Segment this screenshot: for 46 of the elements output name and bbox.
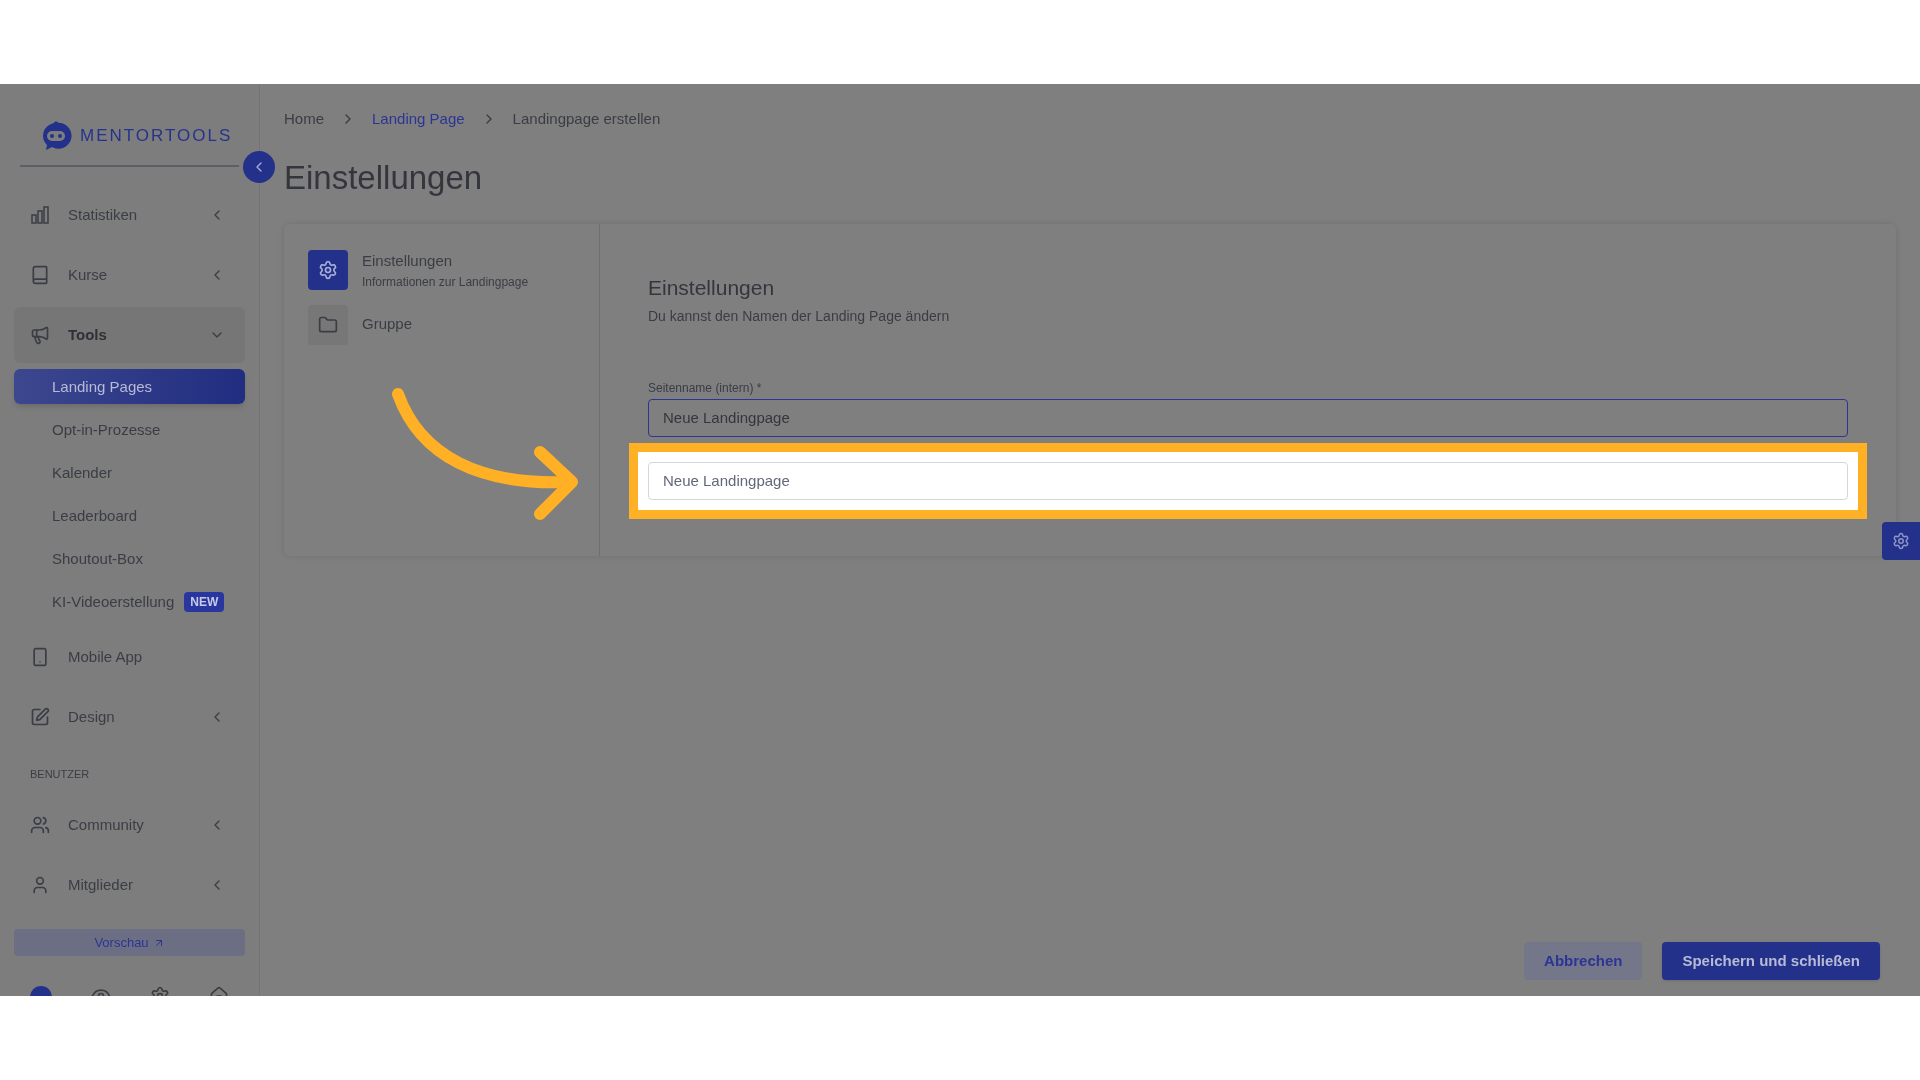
submenu-item[interactable]: Leaderboard — [14, 498, 245, 534]
breadcrumb-item: Home — [284, 108, 324, 129]
book-icon — [30, 265, 50, 286]
folder-step-icon — [308, 304, 348, 345]
sidebar-item[interactable]: Mobile App — [14, 629, 245, 686]
sidebar-item[interactable]: Tools — [14, 307, 245, 364]
text-field[interactable]: Neue Landingpage — [648, 461, 1848, 500]
breadcrumb-link[interactable]: Landing Page — [372, 107, 465, 131]
users-icon — [30, 815, 50, 836]
preview-button[interactable]: Vorschau — [14, 929, 245, 956]
sidebar-item[interactable]: Community — [14, 797, 245, 854]
form-subtitle: Du kannst den Namen der Landing Page ändern — [648, 306, 951, 326]
user-icon — [30, 875, 50, 896]
collapse-button[interactable] — [243, 151, 275, 183]
breadcrumb-item: Landingpage erstellen — [512, 108, 661, 129]
step-item[interactable]: Gruppe — [308, 304, 599, 345]
cancel-button[interactable]: Abbrechen — [1524, 942, 1643, 980]
sidebar-item[interactable]: Design — [14, 689, 245, 746]
settings-float-button[interactable] — [1882, 522, 1920, 560]
bar-chart-icon — [30, 205, 50, 226]
submenu-item[interactable]: Landing Pages — [14, 369, 245, 405]
robot-logo-icon — [40, 119, 72, 152]
save-button[interactable]: Speichern und schließen — [1662, 942, 1880, 980]
form-title: Einstellungen — [648, 275, 776, 301]
submenu-item[interactable]: Opt-in-Prozesse — [14, 412, 245, 448]
section-heading: BENUTZER — [30, 768, 90, 781]
settings-icon — [1892, 532, 1910, 550]
submenu-item[interactable]: Kalender — [14, 455, 245, 491]
settings-step-icon — [308, 250, 348, 291]
step-item[interactable]: Einstellungen Informationen zur Landingpage — [308, 250, 599, 291]
sidebar-item[interactable]: Statistiken — [14, 187, 245, 244]
sidebar-item[interactable]: Kurse — [14, 247, 245, 304]
page-title: Einstellungen — [284, 158, 483, 198]
new-badge: NEW — [184, 591, 225, 612]
submenu-item[interactable]: KI-Videoerstellung NEW — [14, 584, 245, 620]
step-subtitle: Informationen zur Landingpage — [362, 273, 529, 291]
sidebar-item[interactable]: Mitglieder — [14, 857, 245, 914]
step-title: Gruppe — [362, 314, 413, 335]
brand-name: MENTORTOOLS — [80, 124, 233, 147]
smartphone-icon — [30, 647, 50, 668]
pen-icon — [30, 707, 50, 728]
text-field[interactable]: Neue Landingpage — [648, 398, 1848, 437]
submenu-item[interactable]: Shoutout-Box — [14, 541, 245, 577]
field-label: Seitenname (intern) * — [648, 379, 763, 397]
megaphone-icon — [30, 325, 50, 346]
step-title: Einstellungen — [362, 251, 454, 271]
